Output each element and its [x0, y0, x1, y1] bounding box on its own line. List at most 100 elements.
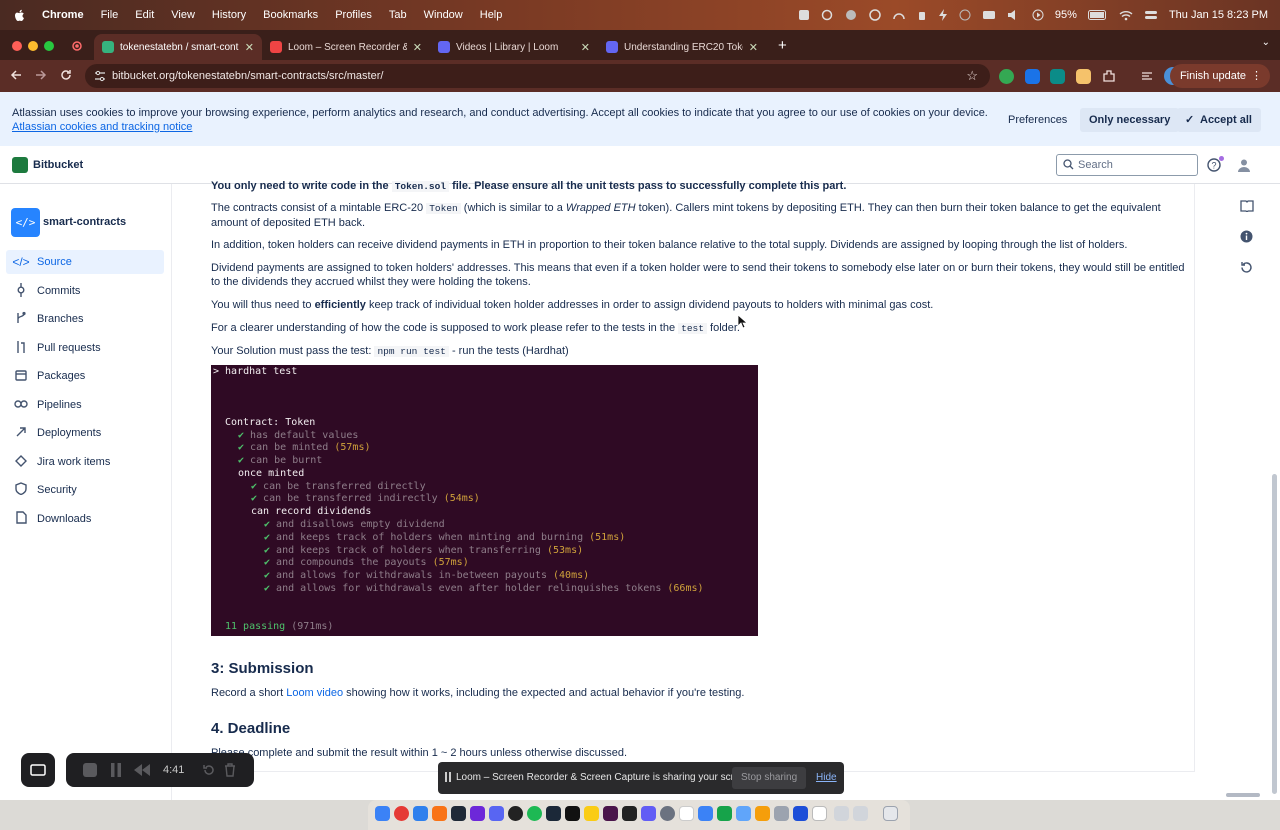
forward-arrow-icon[interactable]: [35, 69, 47, 81]
window-minimize-button[interactable]: [28, 41, 38, 51]
product-name[interactable]: Bitbucket: [33, 159, 83, 171]
preview-icon[interactable]: [812, 806, 827, 821]
menu-bookmarks[interactable]: Bookmarks: [263, 9, 318, 21]
sidebar-item-pull-requests[interactable]: Pull requests: [6, 336, 164, 360]
bottle-status-icon[interactable]: [917, 9, 927, 21]
menu-window[interactable]: Window: [424, 9, 463, 21]
play-status-icon[interactable]: [1032, 9, 1044, 21]
info-icon[interactable]: [1240, 230, 1253, 243]
close-tab-icon[interactable]: ✕: [581, 41, 590, 54]
bolt-status-icon[interactable]: [938, 9, 948, 21]
menu-edit[interactable]: Edit: [135, 9, 154, 21]
obs-icon[interactable]: [508, 806, 523, 821]
trash-icon[interactable]: [224, 763, 236, 777]
script-editor-icon[interactable]: [774, 806, 789, 821]
extensions-puzzle-icon[interactable]: [1102, 69, 1116, 83]
record-status-icon[interactable]: [959, 9, 971, 21]
cursor-app-icon[interactable]: [622, 806, 637, 821]
loom-video-link[interactable]: Loom video: [286, 687, 343, 699]
battery-icon[interactable]: [1087, 10, 1108, 20]
status-app-icon[interactable]: [798, 9, 810, 21]
menu-tab[interactable]: Tab: [389, 9, 407, 21]
close-tab-icon[interactable]: ✕: [749, 41, 758, 54]
scrollbar-thumb[interactable]: [1272, 474, 1277, 794]
sidebar-item-source[interactable]: </> Source: [6, 250, 164, 274]
site-settings-icon[interactable]: [94, 70, 106, 82]
stop-recording-icon[interactable]: [83, 763, 97, 777]
menu-help[interactable]: Help: [480, 9, 503, 21]
close-tab-icon[interactable]: ✕: [245, 41, 254, 54]
loom-camera-button[interactable]: [21, 753, 55, 787]
spotify-icon[interactable]: [527, 806, 542, 821]
bitbucket-logo-icon[interactable]: [12, 157, 28, 173]
repo-name[interactable]: smart-contracts: [43, 216, 126, 228]
github-desktop-icon[interactable]: [470, 806, 485, 821]
user-avatar-icon[interactable]: [1236, 157, 1252, 173]
new-tab-button[interactable]: +: [778, 37, 787, 54]
back-arrow-icon[interactable]: [10, 69, 22, 81]
tab-search-chevron-icon[interactable]: ⌄: [1262, 37, 1270, 48]
window-close-button[interactable]: [12, 41, 22, 51]
tab-bitbucket[interactable]: tokenestatebn / smart-contra ✕: [94, 34, 262, 60]
discord-icon[interactable]: [489, 806, 504, 821]
settings-icon[interactable]: [660, 806, 675, 821]
wifi-icon[interactable]: [1119, 10, 1133, 21]
chrome-icon[interactable]: [394, 806, 409, 821]
menu-view[interactable]: View: [171, 9, 195, 21]
trash-bin-icon[interactable]: [883, 806, 898, 821]
steam-icon[interactable]: [546, 806, 561, 821]
stop-sharing-button[interactable]: Stop sharing: [732, 767, 807, 789]
close-tab-icon[interactable]: ✕: [413, 41, 422, 54]
word-icon[interactable]: [793, 806, 808, 821]
cookie-notice-link[interactable]: Atlassian cookies and tracking notice: [12, 120, 988, 134]
card-status-icon[interactable]: [982, 10, 996, 20]
vpn-status-icon[interactable]: [869, 9, 881, 21]
apple-icon[interactable]: [14, 9, 25, 22]
only-necessary-button[interactable]: Only necessary: [1080, 108, 1180, 132]
history-icon[interactable]: [1240, 261, 1253, 274]
notes-icon[interactable]: [584, 806, 599, 821]
vscode-icon[interactable]: [413, 806, 428, 821]
folder-icon[interactable]: [736, 806, 751, 821]
speed-status-icon[interactable]: [892, 9, 906, 21]
window-zoom-button[interactable]: [44, 41, 54, 51]
screenshots-stack-icon[interactable]: [853, 806, 868, 821]
app-menu-chrome[interactable]: Chrome: [42, 9, 84, 21]
horizontal-scrollbar[interactable]: [1226, 793, 1260, 797]
pause-icon[interactable]: [110, 763, 122, 777]
more-vertical-icon[interactable]: ⋮: [1251, 64, 1262, 88]
reload-icon[interactable]: [60, 69, 72, 81]
menu-profiles[interactable]: Profiles: [335, 9, 372, 21]
tab-erc20[interactable]: Understanding ERC20 Token ✕: [598, 34, 766, 60]
clock[interactable]: Thu Jan 15 8:23 PM: [1169, 9, 1268, 21]
terminal-icon[interactable]: [451, 806, 466, 821]
control-center-icon[interactable]: [1144, 9, 1158, 21]
slack-icon[interactable]: [603, 806, 618, 821]
bookmark-star-icon[interactable]: ☆: [966, 64, 978, 88]
sidebar-item-pipelines[interactable]: Pipelines: [6, 393, 164, 417]
volume-icon[interactable]: [1007, 9, 1021, 21]
menu-file[interactable]: File: [101, 9, 119, 21]
preferences-button[interactable]: Preferences: [999, 108, 1076, 132]
reading-list-icon[interactable]: [1140, 69, 1154, 83]
calendar-icon[interactable]: [679, 806, 694, 821]
numbers-icon[interactable]: [717, 806, 732, 821]
extension-yellow-icon[interactable]: [1076, 69, 1091, 84]
sidebar-item-security[interactable]: Security: [6, 478, 164, 502]
sidebar-item-commits[interactable]: Commits: [6, 279, 164, 303]
finish-update-button[interactable]: Finish update ⋮: [1169, 64, 1270, 88]
rewind-icon[interactable]: [134, 764, 150, 776]
iterm-icon[interactable]: [565, 806, 580, 821]
sidebar-item-branches[interactable]: Branches: [6, 307, 164, 331]
downloads-stack-icon[interactable]: [834, 806, 849, 821]
repo-avatar[interactable]: </>: [11, 208, 40, 237]
sidebar-item-deployments[interactable]: Deployments: [6, 421, 164, 445]
photos-icon[interactable]: [755, 806, 770, 821]
extension-green-icon[interactable]: [999, 69, 1014, 84]
refresh-status-icon[interactable]: [821, 9, 833, 21]
hide-button[interactable]: Hide: [816, 772, 837, 783]
restart-icon[interactable]: [202, 763, 216, 777]
sidebar-item-jira[interactable]: Jira work items: [6, 450, 164, 474]
accept-all-button[interactable]: ✓ Accept all: [1177, 108, 1261, 132]
sidebar-item-downloads[interactable]: Downloads: [6, 507, 164, 531]
